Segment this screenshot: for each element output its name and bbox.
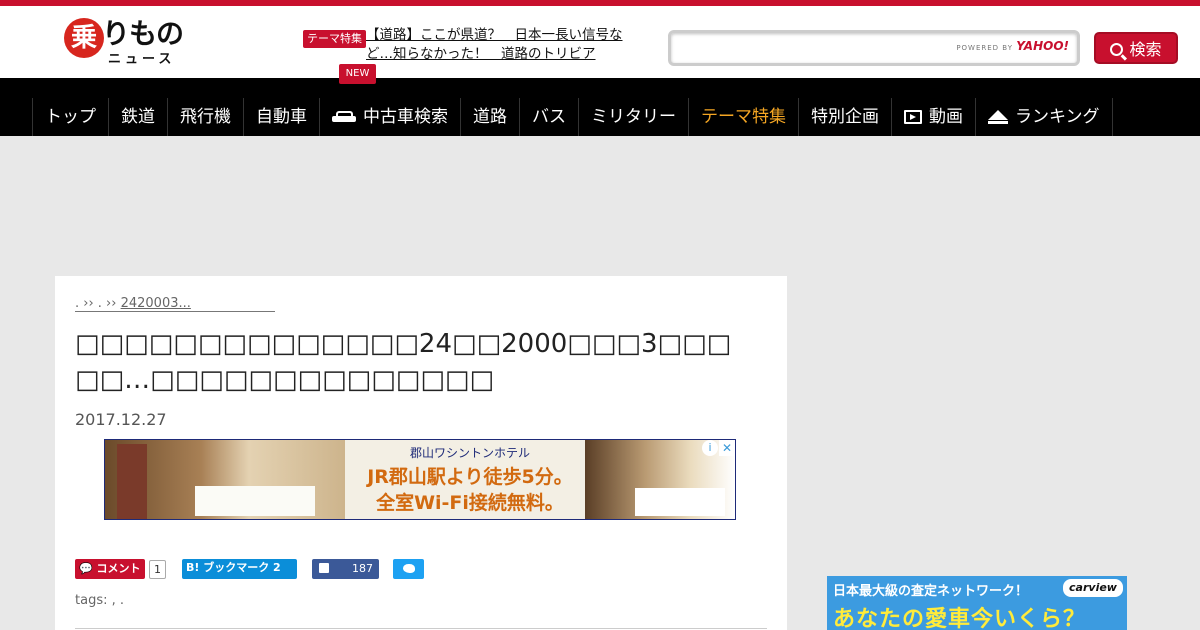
carview-logo: carview <box>1063 579 1123 597</box>
ad-copy-line2: 全室Wi-Fi接続無料。 <box>376 492 564 514</box>
search-icon <box>1110 43 1124 56</box>
article-date: 2017.12.27 <box>75 410 167 429</box>
search-box: POWERED BY YAHOO! <box>668 30 1080 66</box>
new-badge: NEW <box>339 64 376 84</box>
nav-item-label: 道路 <box>473 107 507 127</box>
divider <box>75 628 767 629</box>
breadcrumb-prefix[interactable]: . ›› . ›› <box>75 296 121 311</box>
feature-badge: テーマ特集 <box>303 30 366 48</box>
feature-headline-link[interactable]: 【道路】ここが県道？ 日本一長い信号など…知らなかった！ 道路のトリビア <box>366 26 628 64</box>
main-nav: トップ 鉄道 飛行機 自動車 中古車検索 道路 バス ミリタリー テーマ特集 特別企画 動画 ランキン… <box>0 78 1200 136</box>
nav-item-label: テーマ特集 <box>701 107 786 127</box>
nav-item-label: ミリタリー <box>591 107 676 127</box>
carview-side-ad[interactable]: 日本最大級の査定ネットワーク！ あなたの愛車今いくら？ carview <box>827 576 1127 630</box>
nav-item-label: 飛行機 <box>180 107 231 127</box>
nav-item-label: 特別企画 <box>811 107 879 127</box>
article-title: □□□□□□□□□□□□□□24□□2000□□□3□□□□□…□□□□□□□□… <box>75 329 732 395</box>
site-logo[interactable]: 乗 りもの ニュース <box>64 18 194 68</box>
nav-item-0[interactable]: トップ <box>33 98 109 136</box>
yahoo-logo: YAHOO! <box>1016 39 1069 53</box>
nav-item-5[interactable]: 道路 <box>461 98 520 136</box>
twitter-share-button[interactable] <box>393 559 424 579</box>
comment-count: 1 <box>149 560 166 579</box>
thumbs-up-icon <box>319 563 329 573</box>
site-header: 乗 りもの ニュース テーマ特集 【道路】ここが県道？ 日本一長い信号など…知ら… <box>0 6 1200 78</box>
share-bar: 💬 コメント 1 B! ブックマーク 2 187 <box>75 559 475 579</box>
ad-building-image <box>117 444 147 519</box>
nav-item-label: ランキング <box>1015 107 1100 127</box>
ad-copy-line1: JR郡山駅より徒歩5分。 <box>367 466 573 488</box>
nav-item-label: 自動車 <box>256 107 307 127</box>
comment-label: コメント <box>96 562 141 575</box>
logo-text-top: りもの <box>102 17 184 50</box>
nav-list: トップ 鉄道 飛行機 自動車 中古車検索 道路 バス ミリタリー テーマ特集 特別企画 動画 ランキン… <box>32 98 1113 136</box>
facebook-like-button[interactable]: 187 <box>312 559 379 579</box>
breadcrumb-current[interactable]: 2420003... <box>121 296 191 311</box>
nav-item-label: バス <box>532 107 566 127</box>
search-input[interactable] <box>675 35 965 61</box>
nav-item-2[interactable]: 飛行機 <box>168 98 244 136</box>
side-ad-line1: 日本最大級の査定ネットワーク！ <box>833 584 1029 599</box>
ad-info-icon[interactable]: i <box>702 440 718 456</box>
article-tags: tags: , . <box>75 593 124 608</box>
nav-item-1[interactable]: 鉄道 <box>109 98 168 136</box>
nav-item-3[interactable]: 自動車 <box>244 98 320 136</box>
twitter-bird-icon <box>403 564 415 573</box>
search-button-label: 検索 <box>1129 40 1162 59</box>
nav-item-10[interactable]: 動画 <box>892 98 976 136</box>
nav-item-label: 中古車検索 <box>363 107 448 127</box>
ad-bed-image <box>195 486 315 516</box>
car-icon <box>332 111 356 123</box>
nav-item-4[interactable]: 中古車検索 <box>320 98 461 136</box>
nav-item-label: 鉄道 <box>121 107 155 127</box>
breadcrumb: . ›› . ›› 2420003... <box>75 296 275 312</box>
logo-text-bottom: ニュース <box>108 52 176 67</box>
article-card: . ›› . ›› 2420003... □□□□□□□□□□□□□□24□□2… <box>55 276 787 630</box>
ad-room-image <box>635 488 725 516</box>
hotel-ad-banner[interactable]: 郡山ワシントンホテル JR郡山駅より徒歩5分。 全室Wi-Fi接続無料。 i ✕ <box>104 439 736 520</box>
hatena-bookmark-button[interactable]: B! ブックマーク 2 <box>182 559 297 579</box>
nav-item-label: 動画 <box>929 107 963 127</box>
nav-item-label: トップ <box>45 107 96 127</box>
nav-item-11[interactable]: ランキング <box>976 98 1113 136</box>
crown-icon <box>988 110 1008 124</box>
nav-item-7[interactable]: ミリタリー <box>579 98 689 136</box>
ad-close-icon[interactable]: ✕ <box>719 440 735 456</box>
comment-button[interactable]: 💬 コメント <box>75 559 145 579</box>
nav-item-8[interactable]: テーマ特集 <box>689 98 799 136</box>
nav-item-9[interactable]: 特別企画 <box>799 98 892 136</box>
facebook-like-count: 187 <box>352 562 373 575</box>
video-icon <box>904 110 922 124</box>
side-ad-line2: あなたの愛車今いくら？ <box>833 607 1087 630</box>
search-button[interactable]: 検索 <box>1094 32 1178 64</box>
powered-by-label: POWERED BY <box>956 44 1013 52</box>
ad-photo-left <box>105 440 345 519</box>
ad-hotel-name: 郡山ワシントンホテル <box>409 446 530 460</box>
logo-mark: 乗 <box>64 18 104 58</box>
nav-item-6[interactable]: バス <box>520 98 579 136</box>
